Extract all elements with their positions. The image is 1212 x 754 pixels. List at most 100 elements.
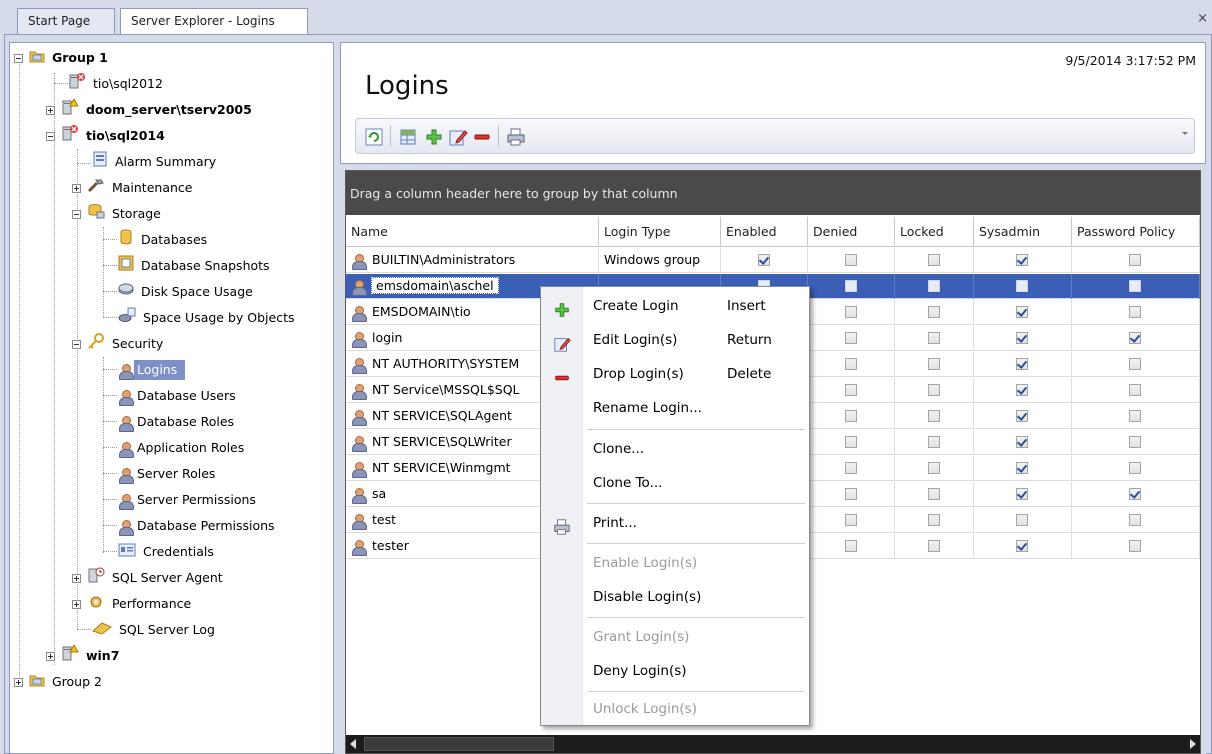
denied-checkbox[interactable] [844,488,857,500]
menu-item-disable-login[interactable]: Disable Login(s) [541,580,809,614]
menu-item-deny-login[interactable]: Deny Login(s) [541,654,809,688]
collapse-icon[interactable] [72,340,81,349]
horizontal-scrollbar[interactable] [346,735,1200,753]
locked-checkbox[interactable] [927,358,940,370]
locked-checkbox[interactable] [927,332,940,344]
toolbar-overflow-icon[interactable] [1182,132,1188,135]
locked-checkbox[interactable] [927,280,940,292]
sysadmin-checkbox[interactable] [1016,436,1028,448]
expand-icon[interactable] [72,184,81,193]
sysadmin-checkbox[interactable] [1016,384,1028,396]
menu-item-edit-login[interactable]: Edit Login(s) Return [541,323,809,357]
tree-node-application-roles[interactable]: Application Roles [118,437,244,459]
expand-icon[interactable] [46,652,55,661]
locked-checkbox[interactable] [927,488,940,500]
tree-node-group-1[interactable]: Group 1 [14,47,108,69]
tree-node-win7[interactable]: win7 [46,643,119,667]
column-header-password-policy[interactable]: Password Policy [1072,217,1200,247]
password-policy-checkbox[interactable] [1129,436,1141,448]
locked-checkbox[interactable] [927,384,940,396]
menu-item-drop-login[interactable]: Drop Login(s) Delete [541,357,809,391]
tab-start-page[interactable]: Start Page [17,8,115,35]
scroll-right-icon[interactable] [1190,739,1196,749]
sysadmin-checkbox[interactable] [1016,540,1028,552]
remove-icon[interactable] [472,127,492,147]
tree-node-maintenance[interactable]: Maintenance [72,177,192,199]
tree-node-database-permissions[interactable]: Database Permissions [118,515,275,537]
tree-node-tio-sql2014[interactable]: tio\sql2014 [46,125,165,147]
sysadmin-checkbox[interactable] [1016,358,1028,370]
tree-node-alarm-summary[interactable]: Alarm Summary [92,151,216,173]
tree-node-tio-sql2012[interactable]: tio\sql2012 [68,73,163,95]
password-policy-checkbox[interactable] [1129,410,1141,422]
denied-checkbox[interactable] [844,384,857,396]
refresh-icon[interactable] [364,127,384,147]
sysadmin-checkbox[interactable] [1016,254,1028,266]
tree-node-server-roles[interactable]: Server Roles [118,463,215,485]
sysadmin-checkbox[interactable] [1016,488,1028,500]
add-icon[interactable] [424,127,444,147]
expand-icon[interactable] [46,106,55,115]
locked-checkbox[interactable] [927,306,940,318]
server-explorer-tree[interactable]: Group 1 tio\sql2012 doom_server\tserv200… [9,42,334,754]
column-header-locked[interactable]: Locked [895,217,974,247]
denied-checkbox[interactable] [844,410,857,422]
denied-checkbox[interactable] [844,514,857,526]
denied-checkbox[interactable] [844,436,857,448]
denied-checkbox[interactable] [844,540,857,552]
table-row[interactable]: BUILTIN\Administrators Windows group [346,248,1200,273]
tree-node-database-roles[interactable]: Database Roles [118,411,234,433]
column-header-enabled[interactable]: Enabled [721,217,808,247]
denied-checkbox[interactable] [844,332,857,344]
locked-checkbox[interactable] [927,410,940,422]
denied-checkbox[interactable] [844,306,857,318]
tree-node-logins[interactable]: Logins [118,359,186,381]
tree-node-database-snapshots[interactable]: Database Snapshots [118,255,270,277]
tree-node-disk-space-usage[interactable]: Disk Space Usage [118,281,253,303]
sysadmin-checkbox[interactable] [1016,306,1028,318]
denied-checkbox[interactable] [844,254,857,266]
tree-node-database-users[interactable]: Database Users [118,385,236,407]
password-policy-checkbox[interactable] [1129,358,1141,370]
cell-login-type[interactable]: Windows group [599,248,721,273]
tree-node-performance[interactable]: Performance [72,593,191,615]
collapse-icon[interactable] [46,132,55,141]
denied-checkbox[interactable] [844,280,857,292]
locked-checkbox[interactable] [927,254,940,266]
locked-checkbox[interactable] [927,514,940,526]
password-policy-checkbox[interactable] [1129,488,1141,500]
tree-node-doom-server[interactable]: doom_server\tserv2005 [46,97,252,121]
denied-checkbox[interactable] [844,358,857,370]
group-by-panel[interactable]: Drag a column header here to group by th… [346,171,1200,215]
tree-node-security[interactable]: Security [72,333,163,355]
column-header-sysadmin[interactable]: Sysadmin [974,217,1072,247]
tab-server-explorer-logins[interactable]: Server Explorer - Logins [120,8,308,36]
locked-checkbox[interactable] [927,540,940,552]
menu-item-clone-to[interactable]: Clone To... [541,466,809,500]
menu-item-print[interactable]: Print... [541,506,809,540]
print-icon[interactable] [506,127,526,147]
menu-item-rename-login[interactable]: Rename Login... [541,391,809,425]
column-header-denied[interactable]: Denied [808,217,895,247]
menu-item-clone[interactable]: Clone... [541,432,809,466]
password-policy-checkbox[interactable] [1129,462,1141,474]
password-policy-checkbox[interactable] [1129,384,1141,396]
enabled-checkbox[interactable] [757,254,770,266]
expand-icon[interactable] [72,574,81,583]
column-header-login-type[interactable]: Login Type [599,217,721,247]
tree-node-credentials[interactable]: Credentials [118,541,214,563]
tree-node-server-permissions[interactable]: Server Permissions [118,489,256,511]
denied-checkbox[interactable] [844,462,857,474]
menu-item-create-login[interactable]: Create Login Insert [541,289,809,323]
collapse-icon[interactable] [14,54,23,63]
sysadmin-checkbox[interactable] [1016,332,1028,344]
cell-name[interactable]: BUILTIN\Administrators [346,248,599,273]
scroll-left-icon[interactable] [350,739,356,749]
tree-node-storage[interactable]: Storage [72,203,161,225]
edit-icon[interactable] [448,127,468,147]
password-policy-checkbox[interactable] [1129,540,1141,552]
sysadmin-checkbox[interactable] [1016,280,1028,292]
tree-node-sql-server-log[interactable]: SQL Server Log [92,619,215,641]
expand-icon[interactable] [72,600,81,609]
expand-icon[interactable] [14,678,23,687]
